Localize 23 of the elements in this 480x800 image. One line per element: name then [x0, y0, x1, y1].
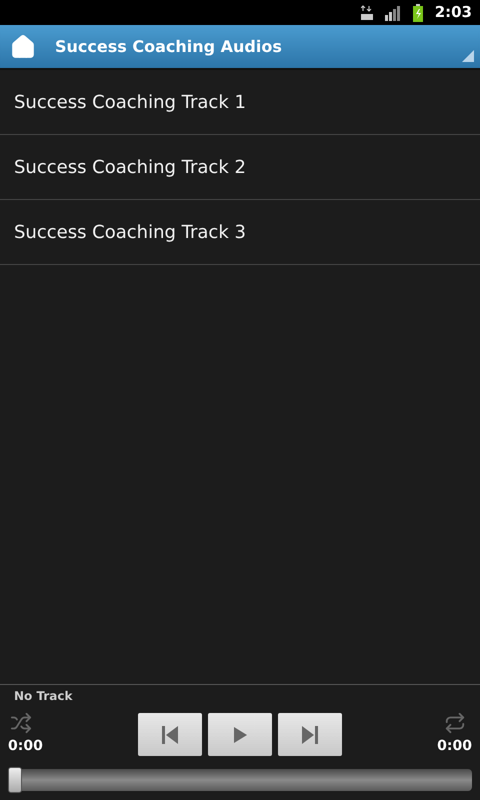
- app-title: Success Coaching Audios: [55, 36, 282, 58]
- clock: 2:03: [434, 2, 472, 24]
- next-button[interactable]: [278, 713, 342, 756]
- shuffle-icon[interactable]: [10, 712, 32, 734]
- play-icon: [234, 726, 246, 742]
- now-playing-label: No Track: [14, 688, 74, 705]
- play-button[interactable]: [208, 713, 272, 756]
- next-icon: [302, 726, 318, 744]
- previous-icon: [162, 726, 178, 744]
- seek-thumb[interactable]: [8, 767, 22, 793]
- signal-icon: [384, 4, 401, 20]
- home-icon[interactable]: [10, 34, 36, 60]
- network-icon: [360, 4, 373, 20]
- track-row[interactable]: Success Coaching Track 2: [0, 135, 480, 200]
- previous-button[interactable]: [138, 713, 202, 756]
- corner-triangle-icon: [462, 50, 474, 62]
- track-row[interactable]: Success Coaching Track 1: [0, 70, 480, 135]
- duration-time: 0:00: [437, 737, 472, 756]
- elapsed-time: 0:00: [8, 737, 43, 756]
- seek-bar[interactable]: [8, 769, 472, 791]
- battery-icon: [412, 4, 423, 22]
- track-row[interactable]: Success Coaching Track 3: [0, 200, 480, 265]
- repeat-icon[interactable]: [444, 712, 466, 734]
